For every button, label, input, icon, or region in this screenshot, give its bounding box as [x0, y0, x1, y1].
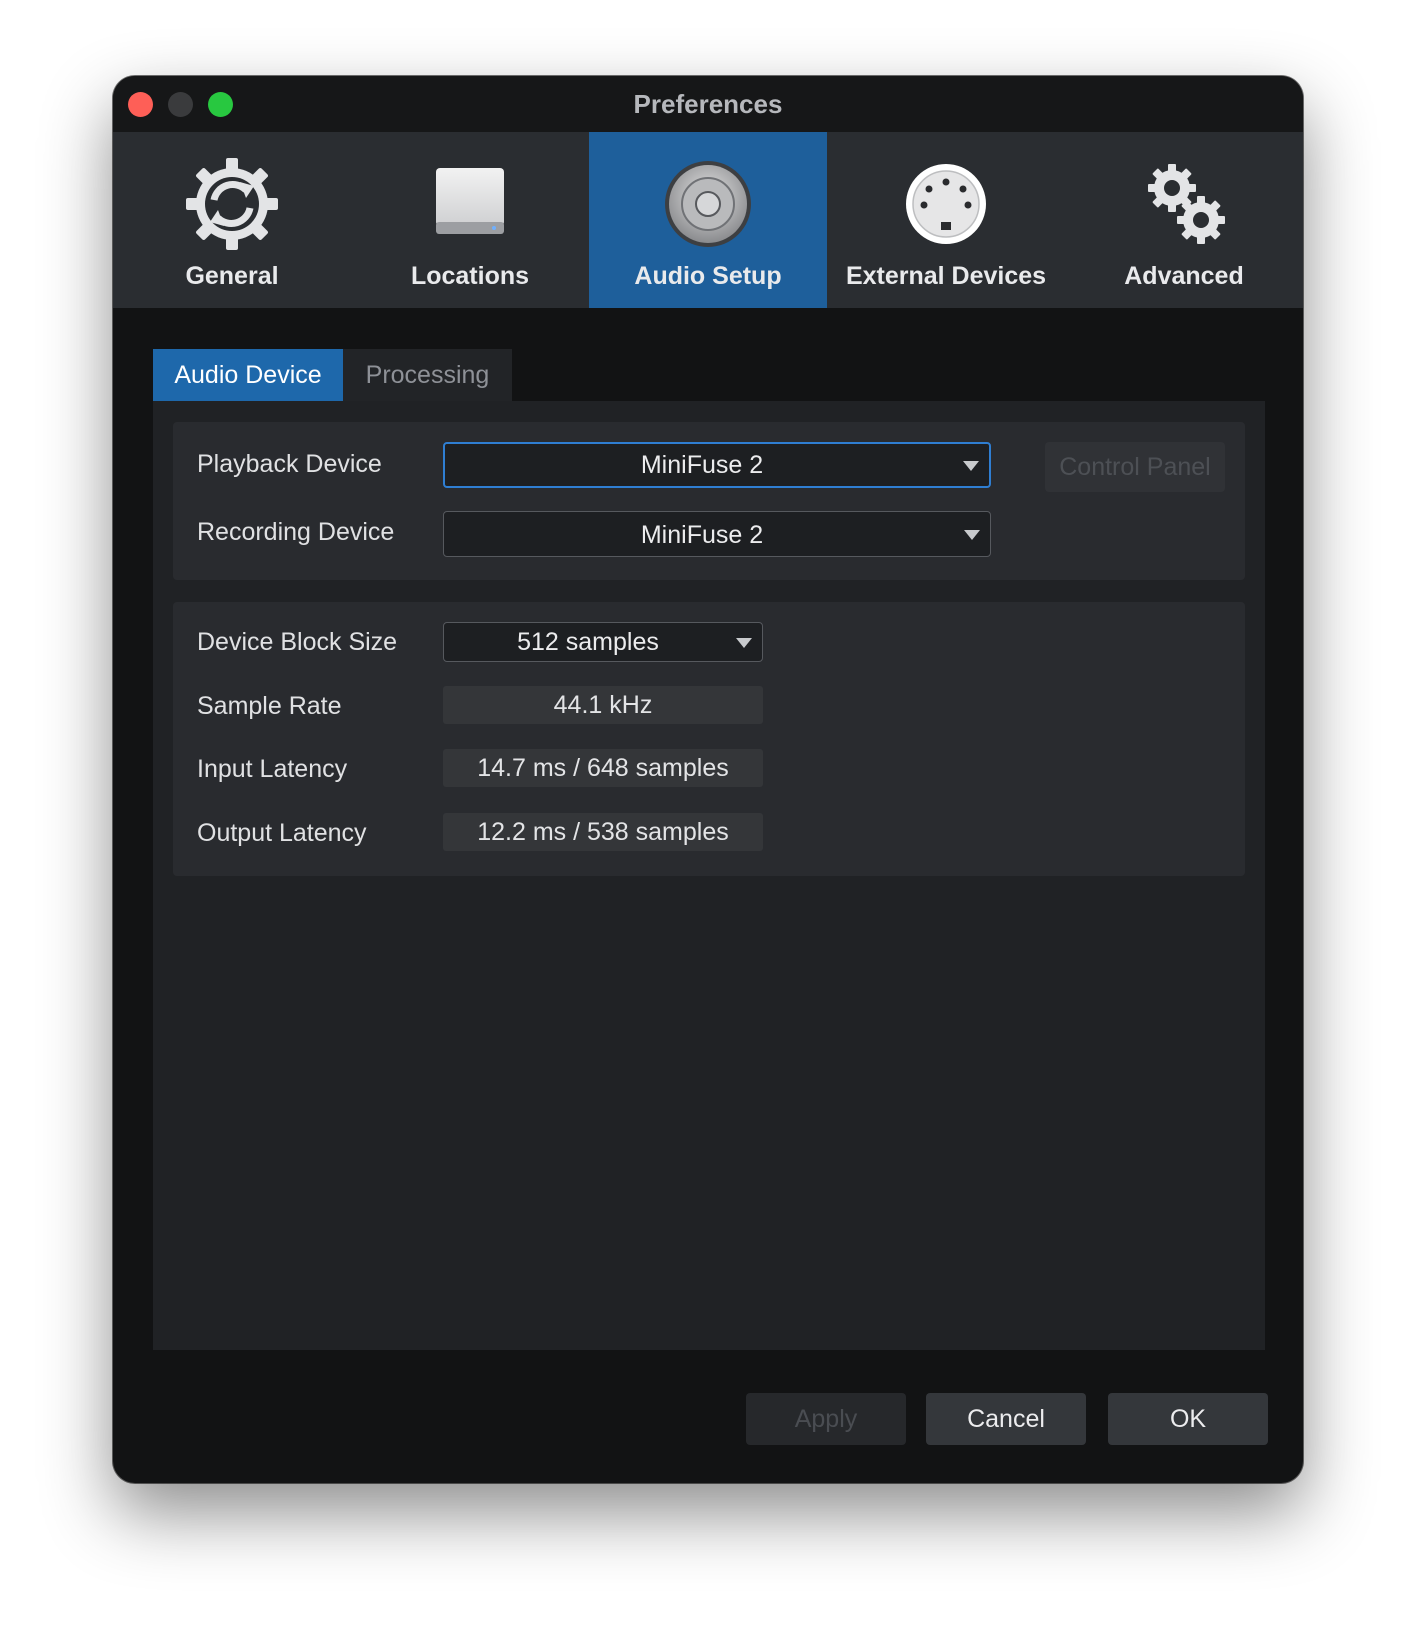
- chevron-down-icon: [964, 530, 980, 540]
- recording-device-label: Recording Device: [197, 518, 395, 546]
- toolbar-label-advanced: Advanced: [1124, 262, 1244, 290]
- toolbar-item-advanced[interactable]: Advanced: [1065, 132, 1303, 308]
- device-settings-group: Device Block Size 512 samples Sample Rat…: [173, 602, 1245, 876]
- recording-device-value: MiniFuse 2: [640, 521, 764, 549]
- preferences-toolbar: General Locations Audio Setup External D…: [113, 132, 1303, 308]
- toolbar-label-general: General: [185, 262, 279, 290]
- recording-device-dropdown[interactable]: MiniFuse 2: [443, 511, 991, 557]
- block-size-label: Device Block Size: [197, 628, 398, 656]
- hard-drive-icon: [351, 156, 589, 252]
- audio-device-panel: Playback Device MiniFuse 2 Control Panel…: [153, 401, 1265, 1350]
- tab-processing[interactable]: Processing: [343, 349, 512, 401]
- gears-icon: [1065, 156, 1303, 252]
- apply-button[interactable]: Apply: [746, 1393, 906, 1445]
- toolbar-item-external-devices[interactable]: External Devices: [827, 132, 1065, 308]
- output-latency-label: Output Latency: [197, 819, 367, 847]
- chevron-down-icon: [963, 461, 979, 471]
- device-selection-group: Playback Device MiniFuse 2 Control Panel…: [173, 422, 1245, 580]
- playback-device-label: Playback Device: [197, 450, 382, 478]
- midi-port-icon: [827, 156, 1065, 252]
- toolbar-label-external-devices: External Devices: [845, 262, 1047, 290]
- toolbar-label-audio-setup: Audio Setup: [634, 262, 782, 290]
- playback-device-dropdown[interactable]: MiniFuse 2: [443, 442, 991, 488]
- title-bar[interactable]: Preferences: [113, 76, 1303, 132]
- block-size-dropdown[interactable]: 512 samples: [443, 622, 763, 662]
- input-latency-value: 14.7 ms / 648 samples: [443, 749, 763, 787]
- sample-rate-label: Sample Rate: [197, 692, 342, 720]
- control-panel-button[interactable]: Control Panel: [1045, 442, 1225, 492]
- ok-button[interactable]: OK: [1108, 1393, 1268, 1445]
- toolbar-item-general[interactable]: General: [113, 132, 351, 308]
- speaker-icon: [589, 156, 827, 252]
- toolbar-label-locations: Locations: [410, 262, 530, 290]
- output-latency-value: 12.2 ms / 538 samples: [443, 813, 763, 851]
- tab-audio-device[interactable]: Audio Device: [153, 349, 343, 401]
- window-title: Preferences: [633, 89, 783, 119]
- preferences-window: Preferences General Locations Audio Setu…: [113, 76, 1303, 1483]
- general-gear-refresh-icon: [113, 156, 351, 252]
- sample-rate-value: 44.1 kHz: [443, 686, 763, 724]
- chevron-down-icon: [736, 638, 752, 648]
- toolbar-item-locations[interactable]: Locations: [351, 132, 589, 308]
- playback-device-value: MiniFuse 2: [640, 451, 764, 479]
- toolbar-item-audio-setup[interactable]: Audio Setup: [589, 132, 827, 308]
- input-latency-label: Input Latency: [197, 755, 348, 783]
- cancel-button[interactable]: Cancel: [926, 1393, 1086, 1445]
- block-size-value: 512 samples: [517, 628, 659, 656]
